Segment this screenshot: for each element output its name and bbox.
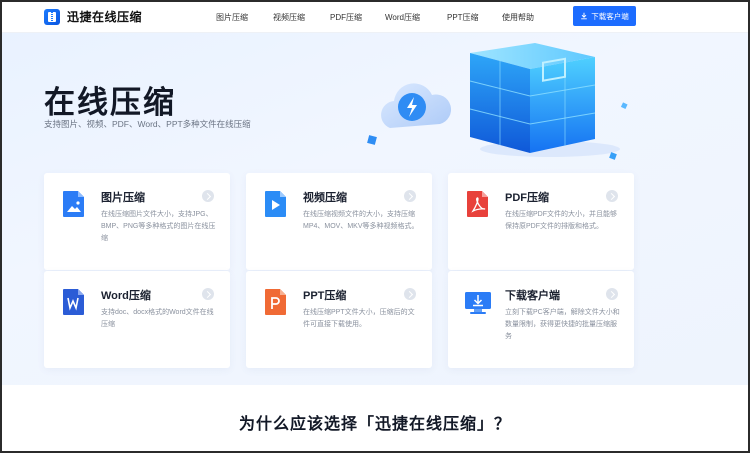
card-desc: 在线压缩PDF文件的大小，并且能够保持原PDF文件的排版和格式。 (505, 211, 617, 230)
download-icon (581, 12, 588, 20)
card-image-compress[interactable]: 图片压缩 在线压缩图片文件大小，支持JPG、BMP、PNG等多种格式的图片在线压… (44, 173, 230, 270)
arrow-right-icon[interactable] (202, 190, 214, 202)
nav-item-ppt[interactable]: PPT压缩 (447, 12, 479, 23)
card-title: 视频压缩 (303, 192, 347, 204)
download-client-label: 下载客户端 (591, 11, 629, 21)
top-navbar: 迅捷在线压缩 图片压缩 视频压缩 PDF压缩 Word压缩 PPT压缩 使用帮助… (0, 0, 750, 33)
nav-item-image[interactable]: 图片压缩 (216, 12, 248, 23)
nav-item-video[interactable]: 视频压缩 (273, 12, 305, 23)
zip-logo-icon (44, 8, 60, 25)
image-file-icon (63, 191, 84, 217)
arrow-right-icon[interactable] (404, 190, 416, 202)
pdf-file-icon (467, 191, 488, 217)
card-desc: 在线压缩视频文件的大小，支持压缩MP4、MOV、MKV等多种视频格式。 (303, 211, 419, 230)
card-title: 下载客户端 (505, 290, 560, 302)
card-desc: 在线压缩PPT文件大小，压缩后的文件可直接下载使用。 (303, 309, 415, 328)
download-client-button[interactable]: 下载客户端 (573, 6, 636, 26)
arrow-right-icon[interactable] (606, 190, 618, 202)
ppt-file-icon (265, 289, 286, 315)
card-download-client[interactable]: 下载客户端 立刻下载PC客户端，解除文件大小和数量限制，获得更快捷的批量压缩服务 (448, 271, 634, 368)
card-title: Word压缩 (101, 290, 151, 302)
card-title: PPT压缩 (303, 290, 347, 302)
video-file-icon (265, 191, 286, 217)
nav-item-help[interactable]: 使用帮助 (502, 12, 534, 23)
card-desc: 支持doc、docx格式的Word文件在线压缩 (101, 309, 214, 328)
word-file-icon (63, 289, 84, 315)
card-word-compress[interactable]: Word压缩 支持doc、docx格式的Word文件在线压缩 (44, 271, 230, 368)
card-video-compress[interactable]: 视频压缩 在线压缩视频文件的大小，支持压缩MP4、MOV、MKV等多种视频格式。 (246, 173, 432, 270)
arrow-right-icon[interactable] (606, 288, 618, 300)
brand-name: 迅捷在线压缩 (67, 10, 143, 24)
monitor-download-icon (465, 292, 491, 314)
hero-subtitle: 支持图片、视频、PDF、Word、PPT多种文件在线压缩 (44, 119, 251, 129)
arrow-right-icon[interactable] (404, 288, 416, 300)
nav-item-word[interactable]: Word压缩 (385, 12, 420, 23)
card-ppt-compress[interactable]: PPT压缩 在线压缩PPT文件大小，压缩后的文件可直接下载使用。 (246, 271, 432, 368)
hero-section: 在线压缩 支持图片、视频、PDF、Word、PPT多种文件在线压缩 图片压缩 在… (0, 33, 750, 385)
card-pdf-compress[interactable]: PDF压缩 在线压缩PDF文件的大小，并且能够保持原PDF文件的排版和格式。 (448, 173, 634, 270)
compression-box-illustration (367, 43, 628, 160)
card-title: 图片压缩 (101, 192, 145, 204)
nav-item-pdf[interactable]: PDF压缩 (330, 12, 362, 23)
card-title: PDF压缩 (505, 192, 549, 204)
card-desc: 立刻下载PC客户端，解除文件大小和数量限制，获得更快捷的批量压缩服务 (505, 309, 620, 340)
card-desc: 在线压缩图片文件大小，支持JPG、BMP、PNG等多种格式的图片在线压缩 (101, 211, 216, 242)
section-title: 为什么应该选择「迅捷在线压缩」？ (238, 416, 511, 433)
hero-title: 在线压缩 (44, 85, 176, 120)
logo[interactable]: 迅捷在线压缩 (44, 8, 142, 25)
arrow-right-icon[interactable] (202, 288, 214, 300)
